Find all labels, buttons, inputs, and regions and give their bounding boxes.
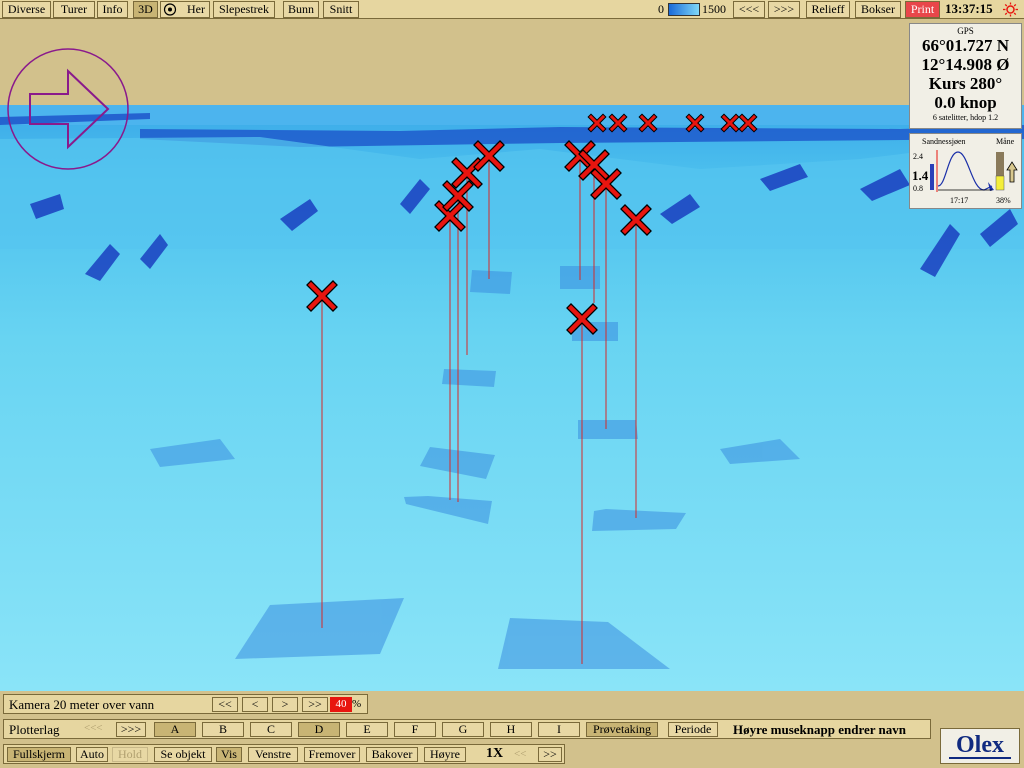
clock: 13:37:15	[945, 1, 993, 16]
horizon-strip	[0, 105, 1024, 125]
camera-percent-sign: %	[352, 698, 362, 710]
layer-h-button[interactable]: H	[490, 722, 532, 737]
speed-label: 1X	[486, 746, 504, 761]
periode-button[interactable]: Periode	[668, 722, 718, 737]
gps-course: Kurs 280°	[928, 74, 1003, 93]
slower-button[interactable]: <<	[514, 748, 526, 760]
fremover-button[interactable]: Fremover	[304, 747, 360, 762]
camera-fast-back-button[interactable]: <<	[212, 697, 238, 712]
gps-panel: GPS 66°01.727 N 12°14.908 Ø Kurs 280° 0.…	[909, 23, 1022, 129]
gps-longitude: 12°14.908 Ø	[921, 55, 1010, 74]
layer-d-button[interactable]: D	[298, 722, 340, 737]
relieff-button[interactable]: Relieff	[806, 1, 850, 18]
gps-speed: 0.0 knop	[934, 93, 997, 112]
print-button[interactable]: Print	[905, 1, 940, 18]
hoyre-button[interactable]: Høyre	[424, 747, 466, 762]
layer-c-button[interactable]: C	[250, 722, 292, 737]
tide-panel: Sandnessjøen Måne 2.4 1.4 0.8 17:17 38%	[909, 133, 1022, 209]
tide-high: 2.4	[913, 152, 923, 161]
moon-label: Måne	[996, 137, 1015, 146]
snitt-button[interactable]: Snitt	[323, 1, 359, 18]
olex-logo-underline	[949, 757, 1011, 759]
tide-current: 1.4	[912, 168, 929, 183]
fullskjerm-button[interactable]: Fullskjerm	[7, 747, 71, 762]
layer-g-button[interactable]: G	[442, 722, 484, 737]
camera-percent-value[interactable]: 40	[330, 697, 352, 712]
tide-curve-graph	[930, 150, 1018, 192]
info-button[interactable]: Info	[97, 1, 128, 18]
camera-forward-button[interactable]: >	[272, 697, 298, 712]
se-objekt-button[interactable]: Se objekt	[154, 747, 212, 762]
gps-latitude: 66°01.727 N	[921, 36, 1010, 55]
hold-button[interactable]: Hold	[112, 747, 148, 762]
depth-next-button[interactable]: >>>	[768, 1, 800, 18]
bunn-button[interactable]: Bunn	[283, 1, 319, 18]
her-button[interactable]: Her	[160, 1, 210, 18]
plotter-next-button[interactable]: >>>	[116, 722, 146, 737]
provetaking-button[interactable]: Prøvetaking	[586, 722, 658, 737]
gps-title: GPS	[957, 26, 974, 36]
faster-button[interactable]: >>	[538, 747, 562, 762]
layer-a-button[interactable]: A	[154, 722, 196, 737]
plotter-bar: Plotterlag <<< >>> A B C D E F G H I Prø…	[3, 719, 931, 739]
camera-label: Kamera 20 meter over vann	[9, 697, 155, 712]
top-toolbar: Diverse Turer Info 3D Her Slepestrek Bun…	[0, 0, 1024, 19]
gps-satellites: 6 satelitter, hdop 1.2	[932, 113, 999, 122]
depth-color-scale[interactable]	[668, 3, 700, 16]
olex-logo-text: Olex	[956, 732, 1004, 758]
layer-i-button[interactable]: I	[538, 722, 580, 737]
layer-b-button[interactable]: B	[202, 722, 244, 737]
her-label: Her	[187, 2, 205, 16]
navigation-bar: Fullskjerm Auto Hold Se objekt Vis Venst…	[3, 744, 565, 764]
mode-3d-button[interactable]: 3D	[133, 1, 158, 18]
plotter-hint: Høyre museknapp endrer navn	[733, 722, 907, 737]
tide-low: 0.8	[913, 184, 923, 193]
plotter-label: Plotterlag	[9, 722, 60, 737]
turer-button[interactable]: Turer	[53, 1, 95, 18]
layer-f-button[interactable]: F	[394, 722, 436, 737]
camera-back-button[interactable]: <	[242, 697, 268, 712]
bathymetry-3d-view[interactable]	[0, 19, 1024, 691]
bakover-button[interactable]: Bakover	[366, 747, 418, 762]
venstre-button[interactable]: Venstre	[248, 747, 298, 762]
bokser-button[interactable]: Bokser	[855, 1, 901, 18]
plotter-prev[interactable]: <<<	[84, 722, 103, 734]
depth-prev-button[interactable]: <<<	[733, 1, 765, 18]
vis-button[interactable]: Vis	[216, 747, 242, 762]
sun-icon[interactable]	[1002, 2, 1019, 17]
camera-fast-forward-button[interactable]: >>	[302, 697, 328, 712]
slepestrek-button[interactable]: Slepestrek	[213, 1, 275, 18]
target-icon	[163, 3, 177, 16]
olex-logo: Olex	[940, 728, 1020, 764]
bottom-panel: Kamera 20 meter over vann << < > >> 40 %…	[0, 691, 1024, 768]
auto-button[interactable]: Auto	[76, 747, 108, 762]
sky	[0, 19, 1024, 105]
tide-location: Sandnessjøen	[922, 137, 966, 146]
layer-e-button[interactable]: E	[346, 722, 388, 737]
camera-bar: Kamera 20 meter over vann << < > >> 40 %	[3, 694, 368, 714]
depth-scale-max: 1500	[702, 2, 726, 16]
depth-scale-min: 0	[658, 2, 664, 16]
diverse-button[interactable]: Diverse	[2, 1, 51, 18]
